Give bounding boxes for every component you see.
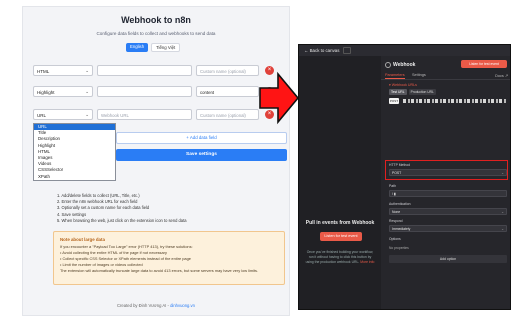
field-type-select[interactable]: HTML ⌄	[33, 65, 93, 76]
large-data-warning: Note about large data If you encounter a…	[53, 231, 285, 285]
warning-body: If you encounter a "Payload Too Large" e…	[60, 244, 258, 274]
save-settings-button[interactable]: Save settings	[116, 149, 287, 161]
http-method-highlight	[385, 160, 508, 180]
input-pane: Pull in events from Webhook Listen for t…	[299, 56, 381, 309]
path-label: Path	[389, 184, 396, 188]
panel-toggle-icon[interactable]	[343, 47, 351, 54]
path-input[interactable]: / ▮	[389, 190, 507, 197]
dropdown-option[interactable]: XPath	[34, 174, 115, 180]
production-url-tab[interactable]: Production URL	[408, 89, 436, 95]
chevron-down-icon: ⌄	[85, 89, 89, 94]
extension-settings-panel: Webhook to n8n Configure data fields to …	[22, 6, 290, 316]
language-switcher: English Tiếng Việt	[126, 43, 181, 52]
screenshot-stage: Webhook to n8n Configure data fields to …	[0, 0, 512, 320]
tab-divider	[381, 79, 510, 80]
add-data-field-button[interactable]: + Add data field	[116, 132, 287, 144]
warning-title: Note about large data	[60, 237, 105, 242]
page-title: Webhook to n8n	[121, 15, 191, 25]
test-url-tab[interactable]: Test URL	[389, 89, 407, 95]
field-type-select[interactable]: URL ⌄	[33, 109, 93, 120]
page-subtitle: Configure data fields to collect and web…	[96, 31, 216, 36]
field-type-value: HTML	[37, 69, 50, 74]
red-arrow-icon	[259, 71, 300, 125]
lang-vietnamese-button[interactable]: Tiếng Việt	[151, 43, 181, 52]
webhook-node-icon	[385, 62, 391, 68]
field-row: Highlight⌄ content ×	[33, 86, 287, 98]
webhook-node-settings: Webhook Listen for test event Parameters…	[381, 56, 510, 309]
respond-select[interactable]: Immediately ⌄	[389, 225, 507, 232]
chevron-down-icon: ⌄	[501, 226, 504, 231]
authentication-label: Authentication	[389, 202, 411, 206]
custom-name-input[interactable]: Custom name (optional)	[196, 65, 259, 76]
options-label: Options	[389, 237, 401, 241]
method-pill: POST	[389, 98, 399, 104]
authentication-value: None	[392, 210, 401, 214]
field-row: HTML ⌄ Custom name (optional) ×	[33, 65, 287, 77]
editor-topbar: ← Back to canvas	[299, 45, 510, 56]
instruction-item: 5. When browsing the web, just click on …	[57, 217, 187, 223]
webhook-url-input[interactable]: Webhook URL	[97, 109, 192, 120]
field-type-value: Highlight	[37, 90, 55, 95]
field-type-dropdown: URL Title Description Highlight HTML Ima…	[33, 123, 116, 181]
pull-events-description: Once you've finished building your workf…	[305, 250, 375, 265]
more-info-link[interactable]: More info	[360, 260, 374, 264]
chevron-down-icon: ⌄	[85, 68, 89, 73]
tab-settings[interactable]: Settings	[412, 73, 426, 77]
chevron-down-icon: ⌄	[85, 112, 89, 117]
back-to-canvas-link[interactable]: ← Back to canvas	[304, 48, 339, 53]
webhook-urls-toggle[interactable]: ▾ Webhook URLs	[389, 83, 417, 87]
authentication-select[interactable]: None ⌄	[389, 208, 507, 215]
node-title: Webhook	[393, 62, 416, 68]
warning-line: The extension will automatically truncat…	[60, 268, 259, 273]
no-properties-text: No properties	[389, 246, 409, 250]
n8n-editor-panel: ← Back to canvas Pull in events from Web…	[298, 44, 511, 310]
tab-docs[interactable]: Docs ↗	[495, 73, 508, 78]
listen-for-test-event-button[interactable]: Listen for test event	[320, 232, 362, 241]
chevron-down-icon: ⌄	[501, 209, 504, 214]
webhook-url-display[interactable]: POST	[389, 97, 507, 106]
footer-text: Created by Đinh Vương AI -	[117, 303, 171, 308]
back-label: Back to canvas	[309, 48, 340, 53]
footer-link[interactable]: dinhvuong.vn	[170, 303, 195, 308]
add-option-button[interactable]: Add option	[389, 255, 507, 263]
field-type-select[interactable]: Highlight ⌄	[33, 86, 93, 97]
listen-test-event-button-small[interactable]: Listen for test event	[461, 60, 507, 68]
pull-events-title: Pull in events from Webhook	[305, 220, 375, 226]
webhook-url-input[interactable]	[97, 65, 192, 76]
redacted-url	[403, 99, 507, 103]
respond-label: Respond	[389, 219, 403, 223]
respond-value: Immediately	[392, 227, 411, 231]
custom-name-input[interactable]: content	[196, 86, 259, 97]
url-type-tabs: Test URL Production URL	[389, 89, 436, 95]
custom-name-input[interactable]: Custom name (optional)	[196, 109, 259, 120]
field-row: URL ⌄ Webhook URL Custom name (optional) …	[33, 109, 287, 121]
footer: Created by Đinh Vương AI - dinhvuong.vn	[23, 303, 289, 308]
lang-english-button[interactable]: English	[126, 43, 149, 52]
webhook-url-input[interactable]	[97, 86, 192, 97]
instructions-list: 1. Add/delete fields to collect (URL, Ti…	[57, 193, 186, 224]
field-type-value: URL	[37, 113, 47, 118]
